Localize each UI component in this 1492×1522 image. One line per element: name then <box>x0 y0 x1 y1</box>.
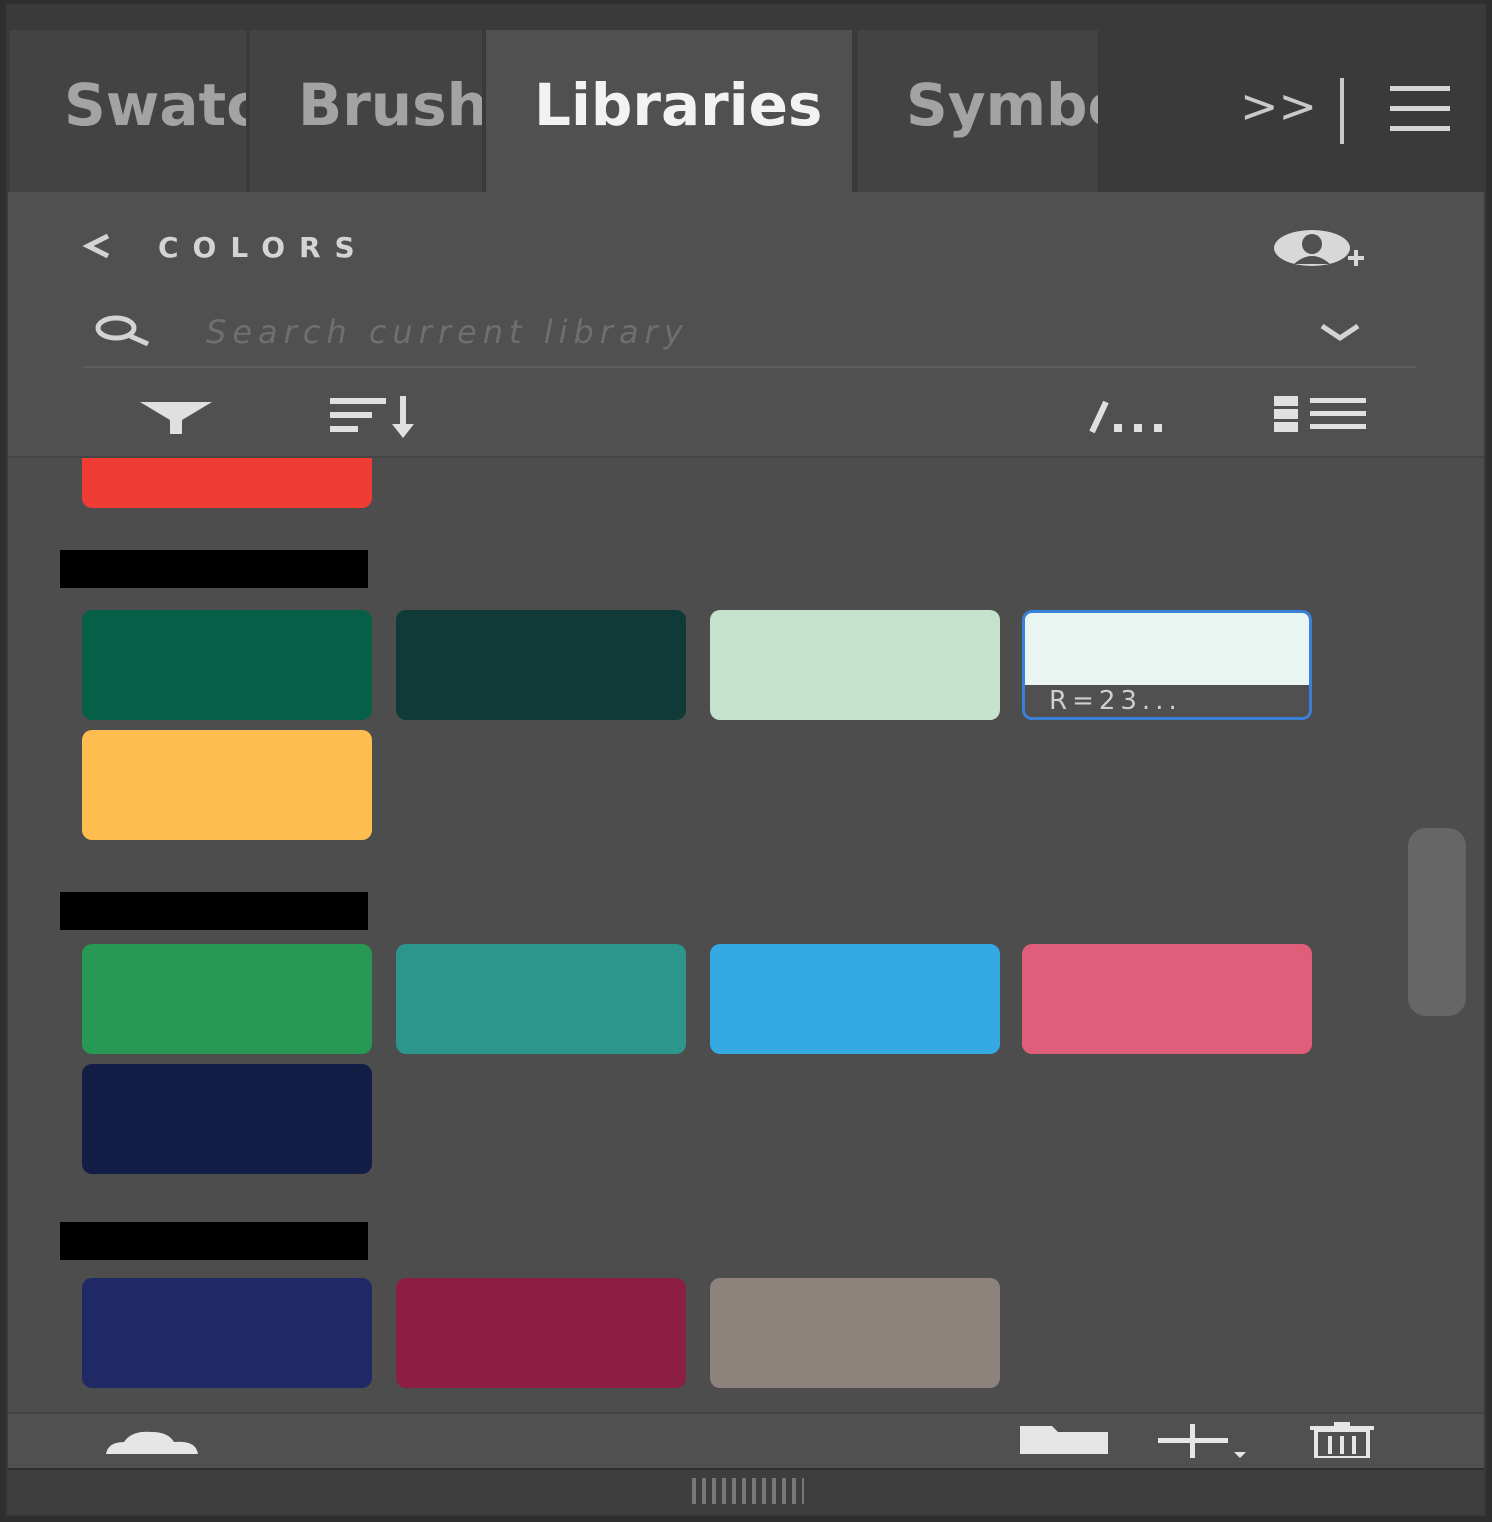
search-icon <box>95 315 150 347</box>
color-swatch[interactable] <box>396 610 686 720</box>
tab-libraries[interactable]: Libraries <box>486 30 852 198</box>
tab-bar: Swatches Brushes Libraries Symbols >> <box>8 6 1484 198</box>
tab-overflow-button[interactable]: >> <box>1240 76 1317 136</box>
tab-swatches[interactable]: Swatches <box>10 30 246 192</box>
trash-icon[interactable] <box>1310 1422 1374 1458</box>
color-swatch[interactable] <box>82 944 372 1054</box>
filter-icon[interactable] <box>136 398 216 438</box>
tab-brushes[interactable]: Brushes <box>250 30 482 192</box>
tab-label: Libraries <box>534 71 823 139</box>
search-input[interactable] <box>204 306 1288 358</box>
group-header <box>60 1222 368 1260</box>
group-header <box>60 892 368 930</box>
add-icon[interactable] <box>1158 1424 1250 1460</box>
sort-icon[interactable] <box>330 394 420 438</box>
search-bar <box>84 298 1416 368</box>
edit-icon[interactable] <box>1084 396 1174 436</box>
section-title: COLORS <box>158 231 369 264</box>
library-content: R=23... <box>8 458 1484 1412</box>
toolbar <box>8 386 1484 458</box>
color-swatch[interactable] <box>82 610 372 720</box>
libraries-panel: Swatches Brushes Libraries Symbols >> CO… <box>6 4 1486 1516</box>
color-swatch[interactable] <box>82 458 372 508</box>
scrollbar-thumb[interactable] <box>1408 828 1466 1016</box>
panel-footer <box>8 1412 1484 1470</box>
color-swatch[interactable] <box>710 944 1000 1054</box>
swatch-label: R=23... <box>1025 685 1309 717</box>
tab-label: Swatches <box>64 71 246 139</box>
cloud-icon[interactable] <box>102 1428 202 1458</box>
color-swatch[interactable] <box>82 1064 372 1174</box>
resize-grip[interactable] <box>692 1478 804 1504</box>
color-swatch-selected[interactable]: R=23... <box>1022 610 1312 720</box>
swatch-fill <box>1025 613 1309 685</box>
list-view-icon[interactable] <box>1274 396 1366 432</box>
chevron-left-icon[interactable] <box>78 228 114 264</box>
group-header <box>60 550 368 588</box>
tab-label: Symbols <box>906 71 1098 139</box>
color-swatch[interactable] <box>710 1278 1000 1388</box>
folder-icon[interactable] <box>1018 1422 1110 1456</box>
add-user-icon[interactable] <box>1270 226 1370 276</box>
color-swatch[interactable] <box>82 1278 372 1388</box>
tab-label: Brushes <box>298 71 482 139</box>
color-swatch[interactable] <box>1022 944 1312 1054</box>
hamburger-menu-icon[interactable] <box>1390 86 1450 132</box>
chevron-down-icon[interactable] <box>1316 316 1364 346</box>
resize-bar <box>8 1468 1484 1514</box>
color-swatch[interactable] <box>710 610 1000 720</box>
color-swatch[interactable] <box>396 1278 686 1388</box>
tab-divider <box>1340 78 1344 144</box>
color-swatch[interactable] <box>82 730 372 840</box>
color-swatch[interactable] <box>396 944 686 1054</box>
tab-symbols[interactable]: Symbols <box>858 30 1098 192</box>
